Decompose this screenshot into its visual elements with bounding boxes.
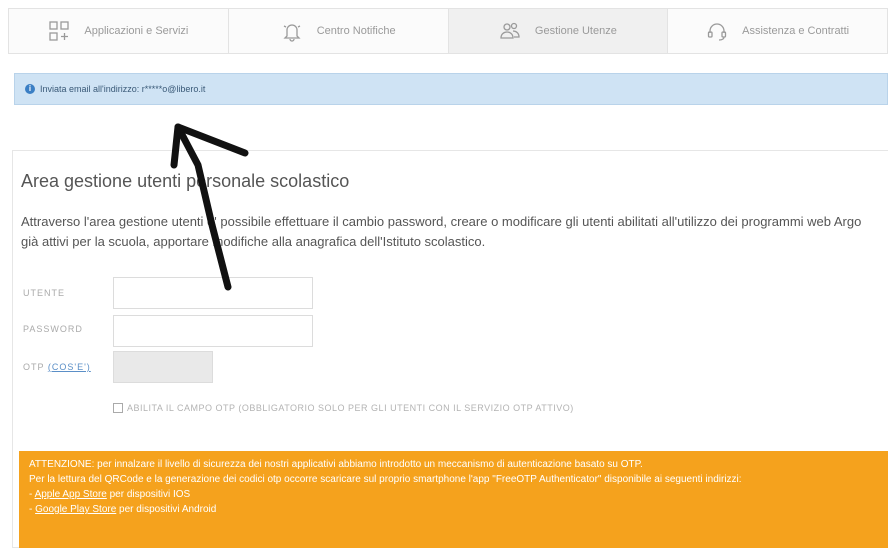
tab-label: Centro Notifiche (316, 25, 396, 37)
tab-label: Assistenza e Contratti (742, 25, 850, 37)
tab-applicazioni-servizi[interactable]: Applicazioni e Servizi (9, 9, 229, 53)
otp-enable-checkbox[interactable] (113, 403, 123, 413)
headset-icon (707, 23, 727, 41)
otp-label: OTP (23, 362, 45, 372)
main-tabs: Applicazioni e Servizi Centro Notifiche … (8, 8, 888, 54)
user-management-panel: Area gestione utenti personale scolastic… (12, 150, 888, 548)
apple-store-link[interactable]: Apple App Store (35, 489, 107, 500)
google-play-link[interactable]: Google Play Store (35, 504, 116, 515)
user-input[interactable] (113, 277, 313, 309)
otp-enable-label: ABILITA IL CAMPO OTP (OBBLIGATORIO SOLO … (127, 403, 574, 413)
page-title: Area gestione utenti personale scolastic… (21, 171, 350, 191)
tab-centro-notifiche[interactable]: Centro Notifiche (228, 9, 449, 53)
password-label: PASSWORD (23, 324, 83, 334)
otp-info-link[interactable]: (COS'E') (48, 362, 91, 372)
user-label: UTENTE (23, 288, 65, 298)
apple-store-suffix: per dispositivi IOS (106, 489, 191, 500)
users-icon (500, 22, 520, 39)
alert-text: Inviata email all'indirizzo: r*****o@lib… (40, 84, 206, 94)
email-sent-alert: i Inviata email all'indirizzo: r*****o@l… (14, 73, 888, 105)
bell-icon (283, 24, 301, 42)
tab-gestione-utenze[interactable]: Gestione Utenze (448, 9, 669, 53)
page-description: Attraverso l'area gestione utenti e' pos… (21, 214, 862, 249)
google-store-row: - Google Play Store per dispositivi Andr… (29, 504, 217, 515)
tab-label: Gestione Utenze (534, 25, 617, 37)
otp-warning-box: ATTENZIONE: per innalzare il livello di … (19, 451, 888, 548)
password-input[interactable] (113, 315, 313, 347)
otp-input[interactable] (113, 351, 213, 383)
google-play-suffix: per dispositivi Android (116, 504, 217, 515)
tab-assistenza-contratti[interactable]: Assistenza e Contratti (668, 9, 887, 53)
tab-label: Applicazioni e Servizi (84, 25, 189, 37)
apple-store-row: - Apple App Store per dispositivi IOS (29, 489, 191, 500)
warning-line-1: ATTENZIONE: per innalzare il livello di … (29, 459, 643, 470)
info-icon: i (25, 84, 35, 94)
otp-label-group: OTP (COS'E') (23, 362, 91, 372)
apps-icon (49, 21, 70, 41)
otp-enable-option[interactable]: ABILITA IL CAMPO OTP (OBBLIGATORIO SOLO … (113, 403, 574, 413)
warning-line-2: Per la lettura del QRCode e la generazio… (29, 474, 742, 485)
